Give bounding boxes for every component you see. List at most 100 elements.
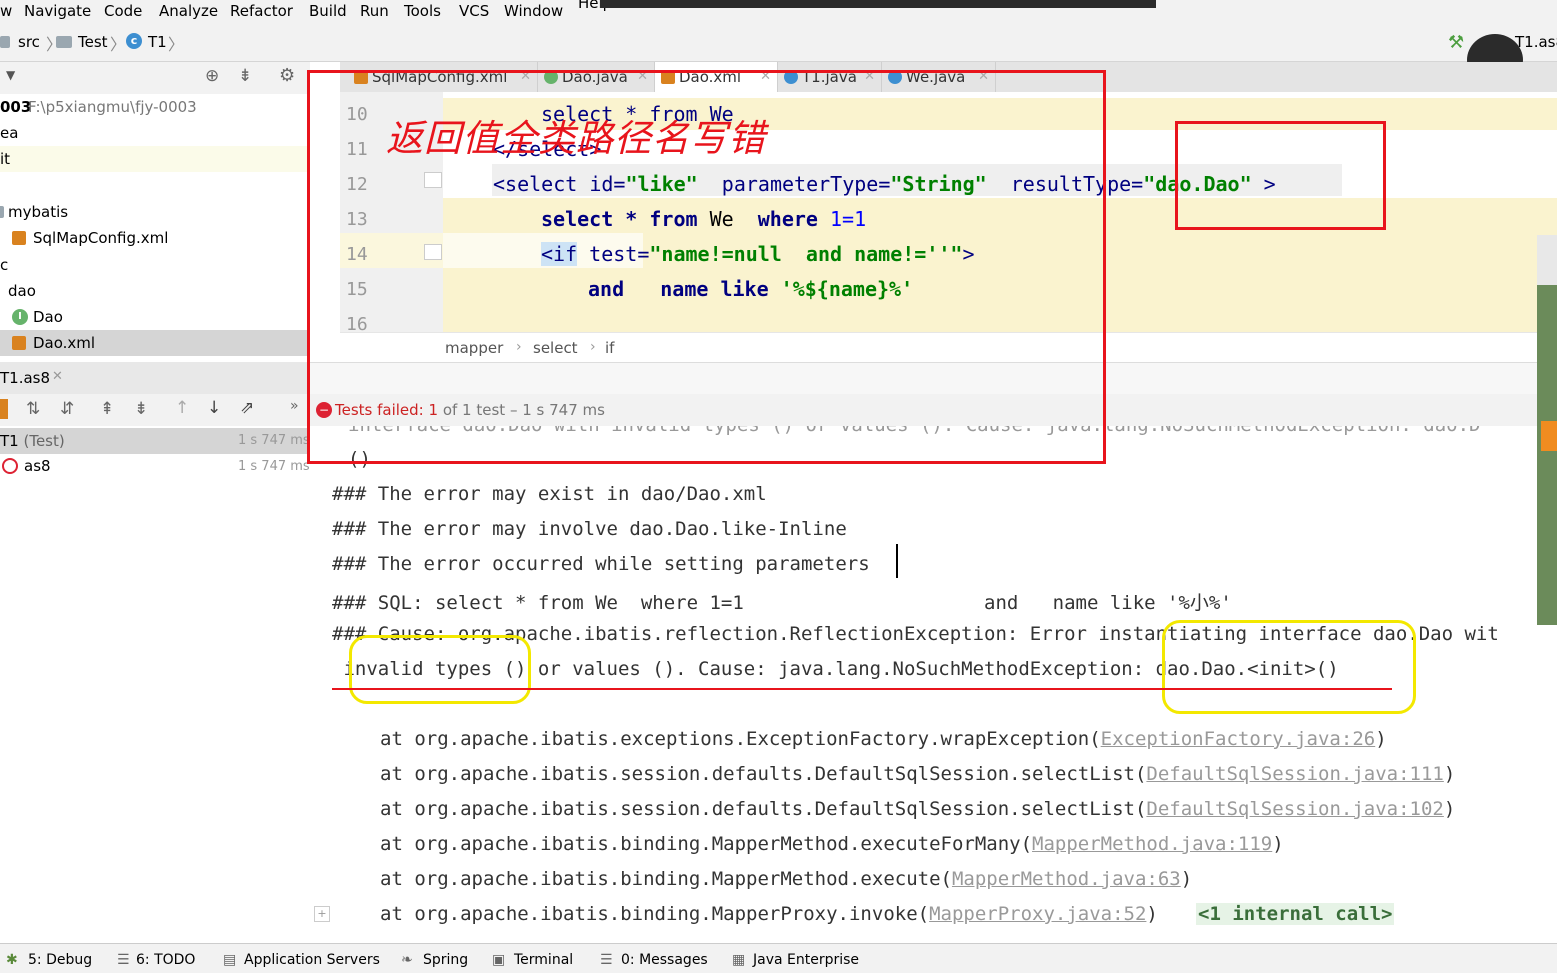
breadcrumb-src[interactable]: src bbox=[18, 33, 40, 51]
test-name: as8 bbox=[24, 457, 51, 475]
tree-row-root[interactable]: 003 F:\p5xiangmu\fjy-0003 bbox=[0, 94, 310, 120]
stack-text: at org.apache.ibatis.exceptions.Exceptio… bbox=[380, 728, 1101, 750]
annotation-red-box-resulttype bbox=[1175, 121, 1386, 230]
menu-run[interactable]: Run bbox=[360, 2, 389, 20]
stack-end: ) bbox=[1180, 868, 1193, 890]
menu-build[interactable]: Build bbox=[309, 2, 347, 20]
tool-application-servers[interactable]: Application Servers bbox=[244, 952, 380, 968]
stack-link[interactable]: MapperMethod.java:63 bbox=[952, 868, 1181, 890]
tree-root-name: 003 bbox=[0, 98, 32, 116]
menu-window[interactable]: Window bbox=[504, 2, 563, 20]
console-line: ### SQL: select * from We where 1=1 and … bbox=[332, 592, 1232, 614]
menu-analyze[interactable]: Analyze bbox=[159, 2, 218, 20]
more-chevron-icon[interactable]: » bbox=[290, 398, 299, 414]
sort-duration-icon[interactable]: ⇵ bbox=[60, 399, 74, 419]
annotation-red-underline bbox=[332, 688, 1392, 690]
tree-row-label: SqlMapConfig.xml bbox=[33, 229, 169, 247]
console-line: ### The error may involve dao.Dao.like-I… bbox=[332, 518, 847, 540]
menu-code[interactable]: Code bbox=[104, 2, 142, 20]
menu-navigate[interactable]: Navigate bbox=[24, 2, 91, 20]
expand-all-icon[interactable]: ⇞ bbox=[100, 399, 114, 419]
tool-messages[interactable]: 0: Messages bbox=[621, 952, 708, 968]
stack-link[interactable]: MapperProxy.java:52 bbox=[929, 903, 1146, 925]
tree-row-sqlmapconfig[interactable]: SqlMapConfig.xml bbox=[0, 225, 310, 251]
overlay-window-strip bbox=[600, 0, 1156, 8]
tool-todo[interactable]: 6: TODO bbox=[136, 952, 195, 968]
interface-icon: I bbox=[12, 309, 28, 325]
stack-end: ) bbox=[1375, 728, 1387, 750]
stack-link[interactable]: ExceptionFactory.java:26 bbox=[1101, 728, 1376, 750]
console-line: ### The error may exist in dao/Dao.xml bbox=[332, 483, 767, 505]
expand-plus-icon[interactable]: + bbox=[314, 906, 330, 922]
strip-segment bbox=[1537, 235, 1557, 285]
collapse-all-icon[interactable]: ⇟ bbox=[238, 66, 252, 86]
breadcrumb-test[interactable]: Test bbox=[78, 33, 108, 51]
strip-segment bbox=[1541, 421, 1557, 451]
stack-end: ) bbox=[1443, 798, 1456, 820]
stack-link[interactable]: MapperMethod.java:119 bbox=[1032, 833, 1272, 855]
run-toolbar: ⇅ ⇵ ⇞ ⇟ ↑ ↓ ⇗ » bbox=[0, 394, 310, 426]
project-tree: 003 F:\p5xiangmu\fjy-0003 ea it mybatis … bbox=[0, 94, 310, 359]
tool-debug[interactable]: 5: Debug bbox=[28, 952, 92, 968]
stack-line: at org.apache.ibatis.exceptions.Exceptio… bbox=[380, 728, 1387, 750]
project-toolbar: ▼ ⊕ ⇟ ⚙ bbox=[0, 62, 310, 95]
tree-row-idea[interactable]: ea bbox=[0, 120, 310, 146]
xml-file-icon bbox=[12, 231, 26, 245]
annotation-caption: 返回值全类路径名写错 bbox=[386, 117, 766, 160]
menu-refactor[interactable]: Refactor bbox=[230, 2, 293, 20]
collapse-all-icon[interactable]: ⇟ bbox=[134, 399, 148, 419]
run-tab-bar: T1.as8 ✕ bbox=[0, 362, 310, 394]
menu-vcs[interactable]: VCS bbox=[459, 2, 489, 20]
tool-terminal[interactable]: Terminal bbox=[514, 952, 573, 968]
stack-link[interactable]: DefaultSqlSession.java:102 bbox=[1146, 798, 1443, 820]
close-icon[interactable]: ✕ bbox=[52, 369, 63, 384]
tree-row-mybatis[interactable]: mybatis bbox=[0, 199, 310, 225]
stack-line: at org.apache.ibatis.binding.MapperMetho… bbox=[380, 833, 1284, 855]
side-photo-strip bbox=[1537, 235, 1557, 625]
dropdown-arrow-icon[interactable]: ▼ bbox=[6, 68, 15, 82]
tree-row-dao-interface[interactable]: I Dao bbox=[0, 304, 310, 330]
tree-row-src[interactable]: c bbox=[0, 252, 310, 278]
tree-row-label: it bbox=[0, 150, 11, 168]
list-icon: ☰ bbox=[117, 952, 130, 968]
locate-target-icon[interactable]: ⊕ bbox=[205, 66, 219, 86]
tree-row-dao[interactable]: dao bbox=[0, 278, 310, 304]
folder-icon bbox=[0, 36, 10, 48]
arrow-down-icon[interactable]: ↓ bbox=[207, 398, 221, 418]
stack-line: at org.apache.ibatis.session.defaults.De… bbox=[380, 763, 1455, 785]
test-results-tree: T1 (Test) 1 s 747 ms as8 1 s 747 ms bbox=[0, 428, 311, 943]
stack-line: at org.apache.ibatis.session.defaults.De… bbox=[380, 798, 1455, 820]
tree-row-dao-xml[interactable]: Dao.xml bbox=[0, 330, 310, 356]
test-name: T1 bbox=[0, 432, 19, 450]
test-row-as8[interactable]: as8 1 s 747 ms bbox=[0, 454, 310, 480]
tree-row-label: ea bbox=[0, 124, 19, 142]
tool-spring[interactable]: Spring bbox=[423, 952, 468, 968]
tree-row-label: dao bbox=[8, 282, 36, 300]
tree-row-out[interactable]: it bbox=[0, 146, 310, 172]
run-config-selector[interactable]: T1.as8 bbox=[1515, 33, 1557, 51]
run-tab-t1-as8[interactable]: T1.as8 bbox=[0, 369, 50, 387]
breadcrumb-t1[interactable]: T1 bbox=[148, 33, 167, 51]
test-duration: 1 s 747 ms bbox=[238, 459, 310, 474]
test-row-t1[interactable]: T1 (Test) 1 s 747 ms bbox=[0, 428, 310, 454]
export-icon[interactable]: ⇗ bbox=[240, 398, 254, 418]
stack-text: at org.apache.ibatis.binding.MapperProxy… bbox=[380, 903, 930, 925]
stack-line: at org.apache.ibatis.binding.MapperMetho… bbox=[380, 868, 1192, 890]
navigation-bar: src 〉 Test 〉 c T1 〉 ⚒ T1.as8 bbox=[0, 24, 1557, 62]
stop-marker-icon bbox=[0, 399, 8, 419]
sort-alpha-icon[interactable]: ⇅ bbox=[26, 399, 40, 419]
test-row-label: T1 (Test) bbox=[0, 432, 65, 450]
stack-text: at org.apache.ibatis.session.defaults.De… bbox=[380, 763, 1147, 785]
internal-call-fold[interactable]: <1 internal call> bbox=[1196, 903, 1395, 925]
menu-tools[interactable]: Tools bbox=[404, 2, 441, 20]
test-suffix: (Test) bbox=[18, 432, 65, 450]
java-ee-icon: ▦ bbox=[732, 952, 746, 968]
text-caret bbox=[896, 544, 898, 578]
arrow-up-icon[interactable]: ↑ bbox=[175, 398, 189, 418]
folder-icon bbox=[56, 36, 72, 48]
stack-link[interactable]: DefaultSqlSession.java:111 bbox=[1146, 763, 1443, 785]
tool-java-enterprise[interactable]: Java Enterprise bbox=[753, 952, 859, 968]
spring-leaf-icon: ❧ bbox=[401, 952, 413, 968]
gear-icon[interactable]: ⚙ bbox=[279, 65, 295, 86]
build-hammer-icon[interactable]: ⚒ bbox=[1448, 32, 1464, 53]
